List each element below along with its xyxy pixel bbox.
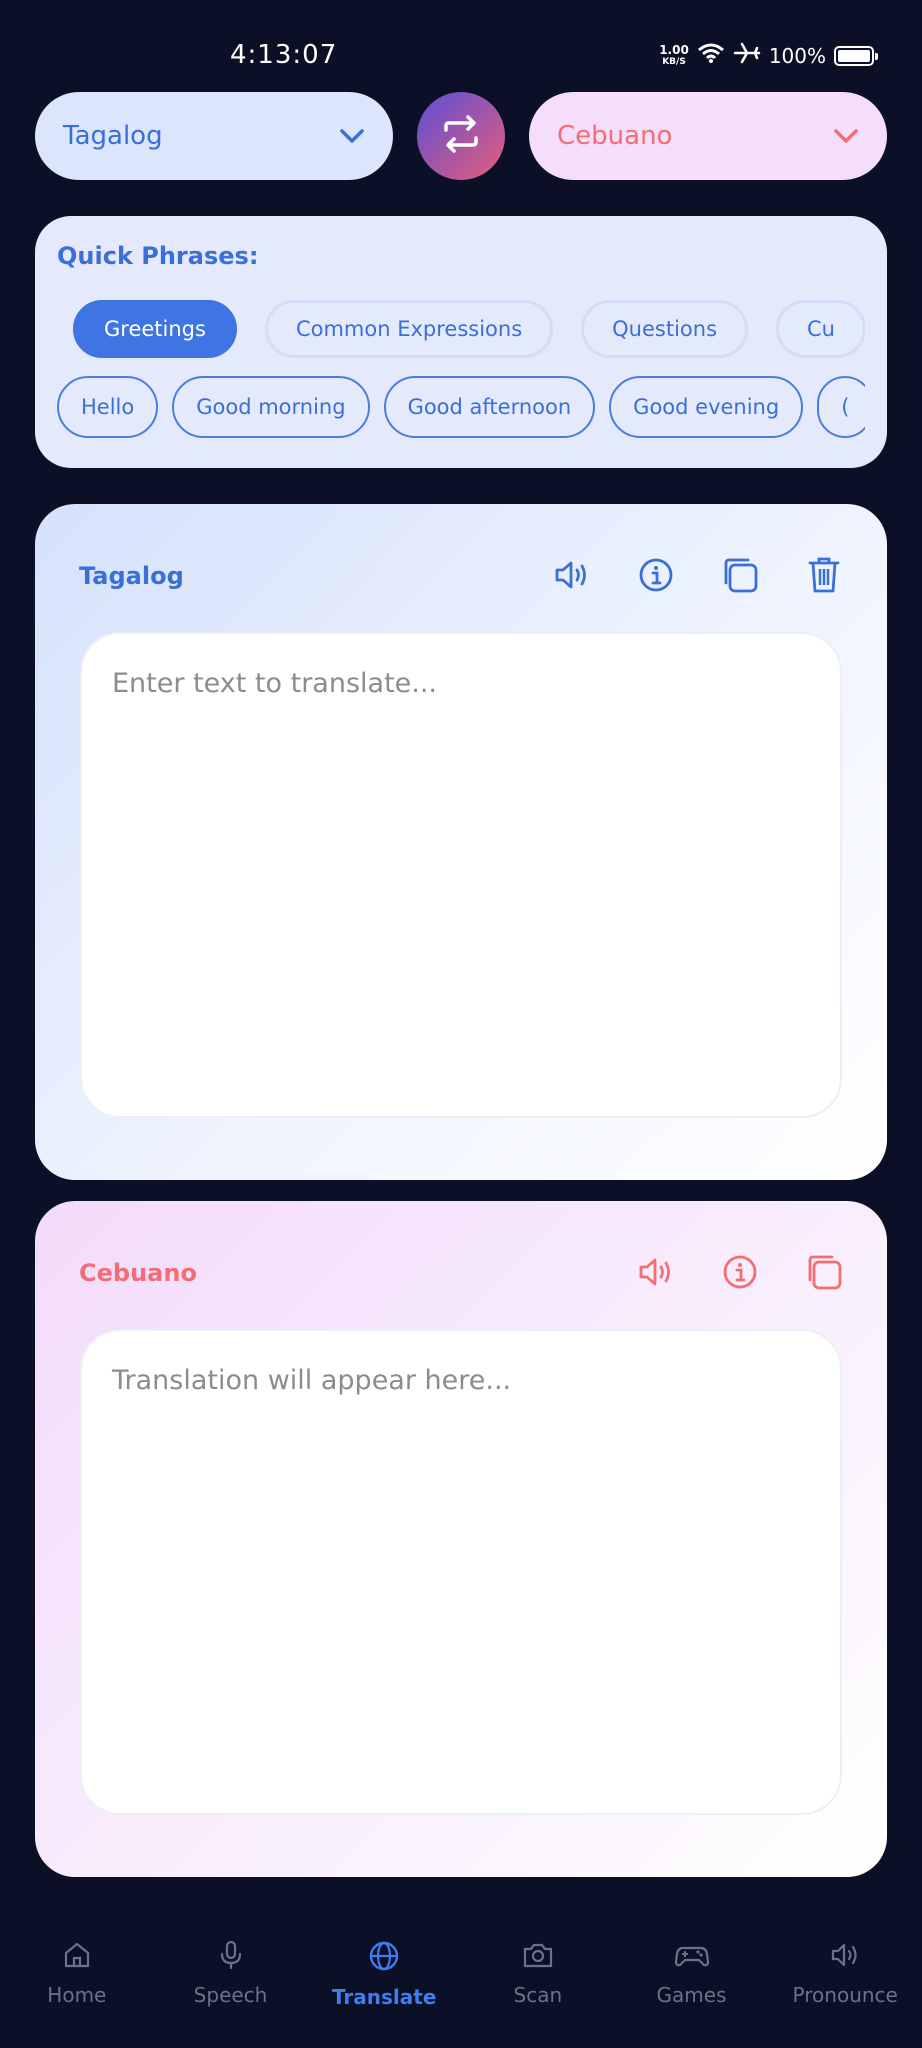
nav-label-scan: Scan (513, 1983, 563, 2007)
status-time: 4:13:07 (230, 40, 338, 70)
quick-phrases-card: Quick Phrases: Greetings Common Expressi… (35, 216, 887, 468)
source-panel: Tagalog Enter text to translate... (35, 504, 887, 1180)
trash-icon[interactable] (801, 552, 847, 598)
nav-label-translate: Translate (331, 1985, 437, 2009)
swap-icon (440, 113, 482, 159)
nav-label-pronounce: Pronounce (792, 1983, 898, 2007)
target-panel-label: Cebuano (79, 1259, 197, 1287)
quick-phrases-title: Quick Phrases: (57, 242, 259, 270)
nav-item-home[interactable]: Home (0, 1920, 154, 2048)
translation-output[interactable]: Translation will appear here... (80, 1329, 842, 1815)
status-indicators: 1.00 KB/S 100% (659, 42, 878, 69)
source-panel-label: Tagalog (79, 562, 184, 590)
chevron-down-icon (833, 121, 859, 151)
phrase-category-list: Greetings Common Expressions Questions C… (73, 300, 865, 358)
microphone-icon (216, 1940, 246, 1975)
network-speed-unit: KB/S (662, 56, 686, 67)
network-speed-value: 1.00 (659, 42, 689, 57)
speaker-icon (829, 1940, 861, 1975)
category-chip-greetings[interactable]: Greetings (73, 300, 237, 358)
battery-icon (834, 45, 878, 66)
source-language-dropdown[interactable]: Tagalog (35, 92, 393, 180)
source-panel-actions (549, 552, 847, 598)
phrase-chip-partial[interactable]: ( (817, 376, 865, 438)
status-bar: 4:13:07 1.00 KB/S 100% (0, 0, 922, 90)
target-language-label: Cebuano (557, 121, 673, 151)
copy-icon[interactable] (801, 1249, 847, 1295)
swap-languages-button[interactable] (417, 92, 505, 180)
copy-icon[interactable] (717, 552, 763, 598)
camera-icon (522, 1940, 554, 1975)
target-panel: Cebuano Translation will appear here... (35, 1201, 887, 1877)
nav-item-translate[interactable]: Translate (307, 1920, 461, 2048)
nav-item-games[interactable]: Games (615, 1920, 769, 2048)
category-chip-questions[interactable]: Questions (581, 300, 749, 358)
network-speed: 1.00 KB/S (659, 44, 689, 68)
source-text-input[interactable]: Enter text to translate... (80, 632, 842, 1118)
bottom-navigation: Home Speech Translate Scan Games Pronoun… (0, 1920, 922, 2048)
phrase-list: Hello Good morning Good afternoon Good e… (57, 376, 865, 438)
speaker-icon[interactable] (549, 552, 595, 598)
phrase-chip-good-afternoon[interactable]: Good afternoon (383, 376, 596, 438)
gamepad-icon (674, 1940, 709, 1975)
target-language-dropdown[interactable]: Cebuano (529, 92, 887, 180)
nav-item-speech[interactable]: Speech (154, 1920, 308, 2048)
nav-item-pronounce[interactable]: Pronounce (768, 1920, 922, 2048)
nav-label-speech: Speech (193, 1983, 268, 2007)
airplane-icon (733, 42, 761, 69)
target-panel-actions (633, 1249, 847, 1295)
phrase-chip-hello[interactable]: Hello (57, 376, 159, 438)
home-icon (62, 1940, 92, 1975)
category-chip-common-expressions[interactable]: Common Expressions (264, 300, 554, 358)
wifi-icon (697, 42, 725, 69)
globe-icon (368, 1940, 400, 1977)
phrase-chip-good-evening[interactable]: Good evening (609, 376, 804, 438)
battery-percent: 100% (768, 43, 826, 68)
category-chip-more[interactable]: Cu (776, 300, 865, 358)
nav-label-games: Games (656, 1983, 727, 2007)
info-icon[interactable] (717, 1249, 763, 1295)
nav-item-scan[interactable]: Scan (461, 1920, 615, 2048)
nav-label-home: Home (47, 1983, 107, 2007)
info-icon[interactable] (633, 552, 679, 598)
chevron-down-icon (339, 121, 365, 151)
phrase-chip-good-morning[interactable]: Good morning (172, 376, 370, 438)
speaker-icon[interactable] (633, 1249, 679, 1295)
source-language-label: Tagalog (63, 121, 163, 151)
